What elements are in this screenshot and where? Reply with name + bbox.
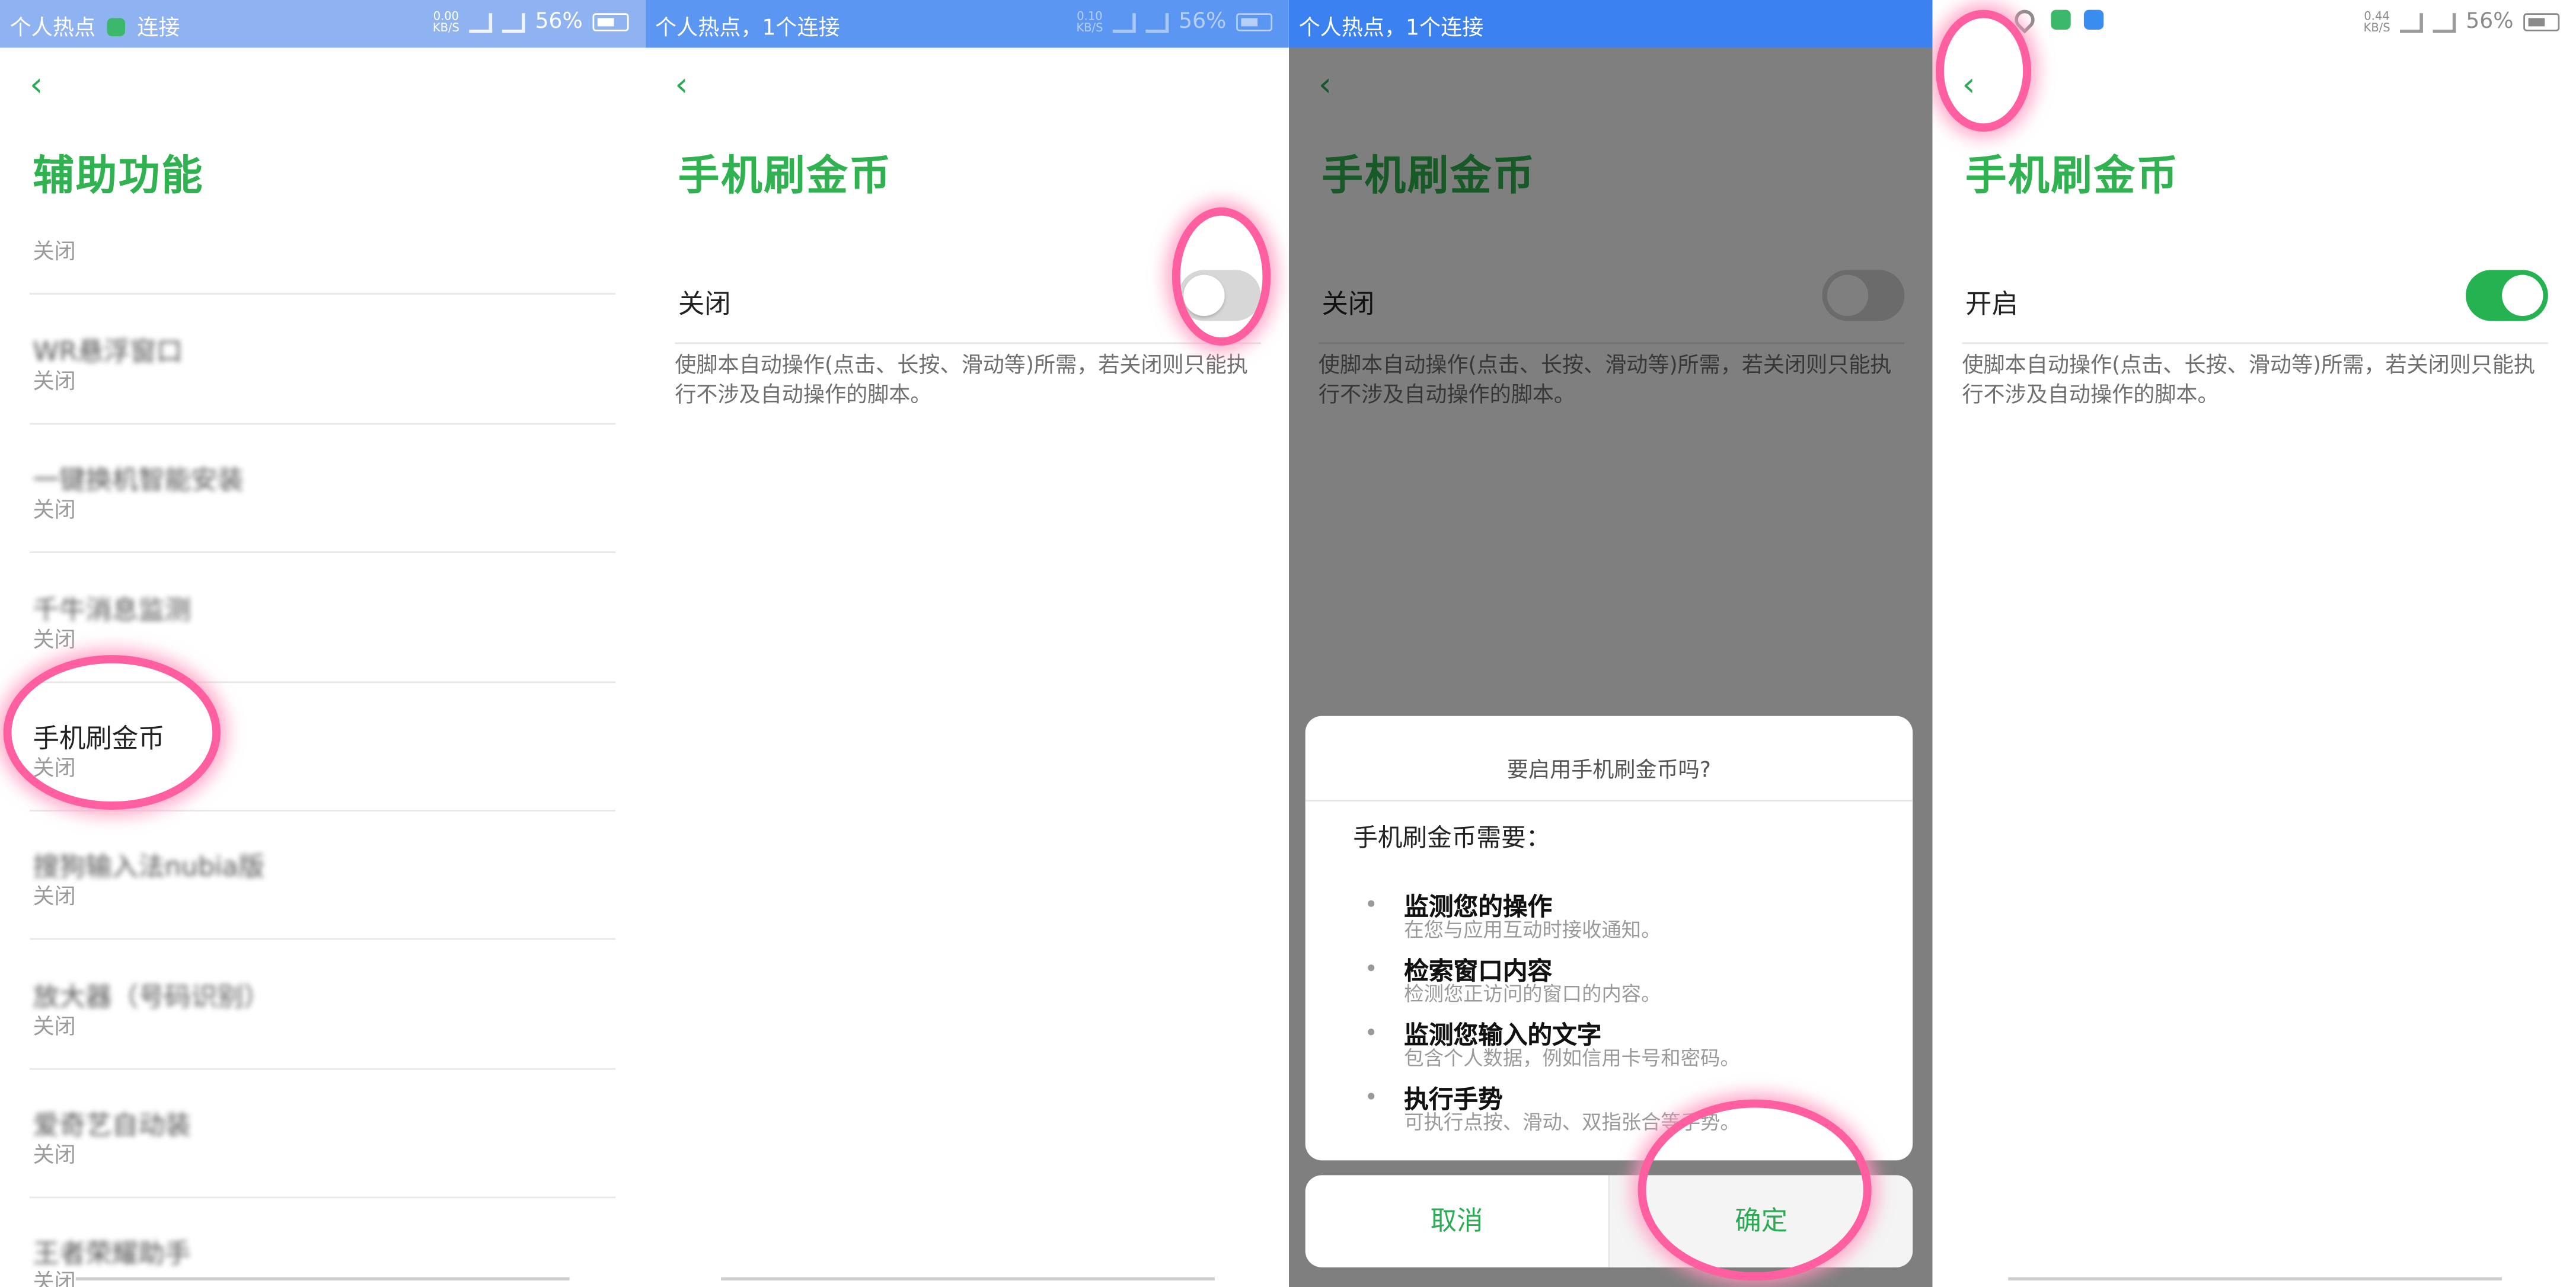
- app-notification-icon: [2051, 9, 2071, 30]
- dialog-button-bar: 取消 确定: [1305, 1175, 1913, 1267]
- list-item-status: 关闭: [33, 757, 76, 782]
- status-bar: 个人热点，1个连接 0.10 KB/S 56%: [645, 0, 1289, 48]
- dialog-title: 要启用手机刷金币吗?: [1506, 758, 1711, 784]
- battery-icon: [1236, 13, 1273, 31]
- dialog-needs-heading: 手机刷金币需要：: [1353, 823, 1551, 853]
- list-item-status: 关闭: [33, 240, 76, 266]
- service-switch[interactable]: [2466, 270, 2548, 321]
- list-item-title: 放大器（号码识别）: [33, 981, 270, 1013]
- hotspot-text: 个人热点，1个连接: [655, 16, 840, 41]
- battery-percent: 56%: [2466, 9, 2514, 35]
- nav-indicator: [75, 1277, 570, 1281]
- nav-indicator: [2008, 1277, 2502, 1281]
- screen-accessibility-list: 个人热点 连接 0.00 KB/S 56% ‹ 辅助功能 关闭 WR悬浮窗口 关闭…: [0, 0, 646, 1287]
- toggle-state-label: 关闭: [678, 288, 731, 320]
- status-bar: 个人热点 连接 0.00 KB/S 56%: [0, 0, 646, 48]
- battery-icon: [2523, 13, 2560, 31]
- service-switch[interactable]: [1178, 270, 1261, 321]
- signal-icon-2: [2433, 12, 2456, 33]
- list-item[interactable]: 爱奇艺自动装 关闭: [29, 1090, 616, 1199]
- battery-percent: 56%: [535, 9, 583, 35]
- status-bar: 0.44 KB/S 56%: [1932, 0, 2576, 48]
- list-item[interactable]: 千牛消息监测 关闭: [29, 574, 616, 684]
- switch-knob: [1183, 274, 1225, 317]
- page-title: 手机刷金币: [678, 151, 892, 199]
- cancel-button[interactable]: 取消: [1305, 1175, 1608, 1267]
- list-item-status: 关闭: [33, 1144, 76, 1169]
- screen-app-settings-on: 0.44 KB/S 56% ‹ 手机刷金币 开启 使脚本自动操作(点击、长按、滑动…: [1932, 0, 2576, 1287]
- list-item-status: 关闭: [33, 499, 76, 523]
- page-title: 辅助功能: [33, 151, 205, 199]
- network-speed: 0.44 KB/S: [2363, 9, 2390, 34]
- connection-text: 连接: [137, 16, 180, 41]
- service-toggle-row[interactable]: 关闭: [675, 247, 1261, 344]
- back-chevron-icon[interactable]: ‹: [1962, 66, 1995, 102]
- list-item-target-app[interactable]: 手机刷金币 关闭: [29, 703, 616, 812]
- back-chevron-icon[interactable]: ‹: [675, 66, 708, 102]
- list-item-title: 千牛消息监测: [33, 594, 191, 626]
- dialog-divider: [1305, 800, 1913, 802]
- location-icon: [2010, 5, 2039, 34]
- service-description: 使脚本自动操作(点击、长按、滑动等)所需，若关闭则只能执行不涉及自动操作的脚本。: [675, 353, 1248, 408]
- toggle-state-label: 开启: [1965, 288, 2018, 320]
- list-item-status: 关闭: [33, 370, 76, 395]
- signal-icon: [2400, 12, 2424, 33]
- permission-desc: 包含个人数据，例如信用卡号和密码。: [1404, 1046, 1740, 1070]
- list-item-partial[interactable]: 关闭: [29, 231, 616, 295]
- list-item-title: 一键换机智能安装: [33, 464, 244, 496]
- status-bar: 个人热点，1个连接: [1288, 0, 1933, 48]
- battery-percent: 56%: [1179, 9, 1227, 35]
- permission-desc: 检测您正访问的窗口的内容。: [1404, 982, 1661, 1006]
- signal-icon-2: [502, 12, 525, 33]
- battery-icon: [592, 13, 629, 31]
- signal-icon: [469, 12, 493, 33]
- hotspot-text: 个人热点，1个连接: [1298, 16, 1484, 41]
- list-item[interactable]: 一键换机智能安装 关闭: [29, 445, 616, 553]
- service-toggle-row[interactable]: 开启: [1962, 247, 2548, 344]
- app-notification-icon: [107, 18, 126, 37]
- permission-desc: 可执行点按、滑动、双指张合等手势。: [1404, 1111, 1740, 1134]
- list-item-status: 关闭: [33, 1270, 76, 1287]
- switch-knob: [2502, 274, 2543, 317]
- signal-icon-2: [1145, 12, 1169, 33]
- bullet-icon: [1368, 900, 1375, 907]
- list-item-title: 手机刷金币: [33, 722, 165, 754]
- list-item-status: 关闭: [33, 885, 76, 911]
- bullet-icon: [1368, 1093, 1375, 1100]
- network-speed: 0.00 KB/S: [432, 9, 459, 34]
- list-item-status: 关闭: [33, 1015, 76, 1040]
- page-title: 手机刷金币: [1965, 151, 2179, 199]
- bullet-icon: [1368, 1029, 1375, 1036]
- list-item-title: 爱奇艺自动装: [33, 1109, 191, 1141]
- signal-icon: [1113, 12, 1136, 33]
- list-item-status: 关闭: [33, 628, 76, 654]
- list-item-title: WR悬浮窗口: [33, 336, 183, 368]
- screen-app-settings-off: 个人热点，1个连接 0.10 KB/S 56% ‹ 手机刷金币 关闭 使脚本自动操…: [645, 0, 1289, 1287]
- screen-enable-dialog: 个人热点，1个连接 ‹ 手机刷金币 关闭 使脚本自动操作(点击、长按、滑动等)所…: [1288, 0, 1933, 1287]
- hotspot-text: 个人热点: [9, 16, 96, 41]
- service-description: 使脚本自动操作(点击、长按、滑动等)所需，若关闭则只能执行不涉及自动操作的脚本。: [1962, 353, 2536, 408]
- confirm-button[interactable]: 确定: [1610, 1175, 1913, 1267]
- network-speed: 0.10 KB/S: [1076, 9, 1103, 34]
- list-item[interactable]: 放大器（号码识别） 关闭: [29, 961, 616, 1070]
- permission-desc: 在您与应用互动时接收通知。: [1404, 918, 1661, 942]
- back-chevron-icon[interactable]: ‹: [30, 66, 63, 102]
- cloud-icon: [2084, 9, 2105, 30]
- bullet-icon: [1368, 964, 1375, 972]
- permission-dialog: 要启用手机刷金币吗? 手机刷金币需要： 监测您的操作 在您与应用互动时接收通知。…: [1305, 716, 1913, 1161]
- nav-indicator: [721, 1277, 1215, 1281]
- list-item[interactable]: 搜狗输入法nubia版 关闭: [29, 831, 616, 940]
- list-item[interactable]: WR悬浮窗口 关闭: [29, 316, 616, 425]
- list-item-title: 搜狗输入法nubia版: [33, 851, 265, 883]
